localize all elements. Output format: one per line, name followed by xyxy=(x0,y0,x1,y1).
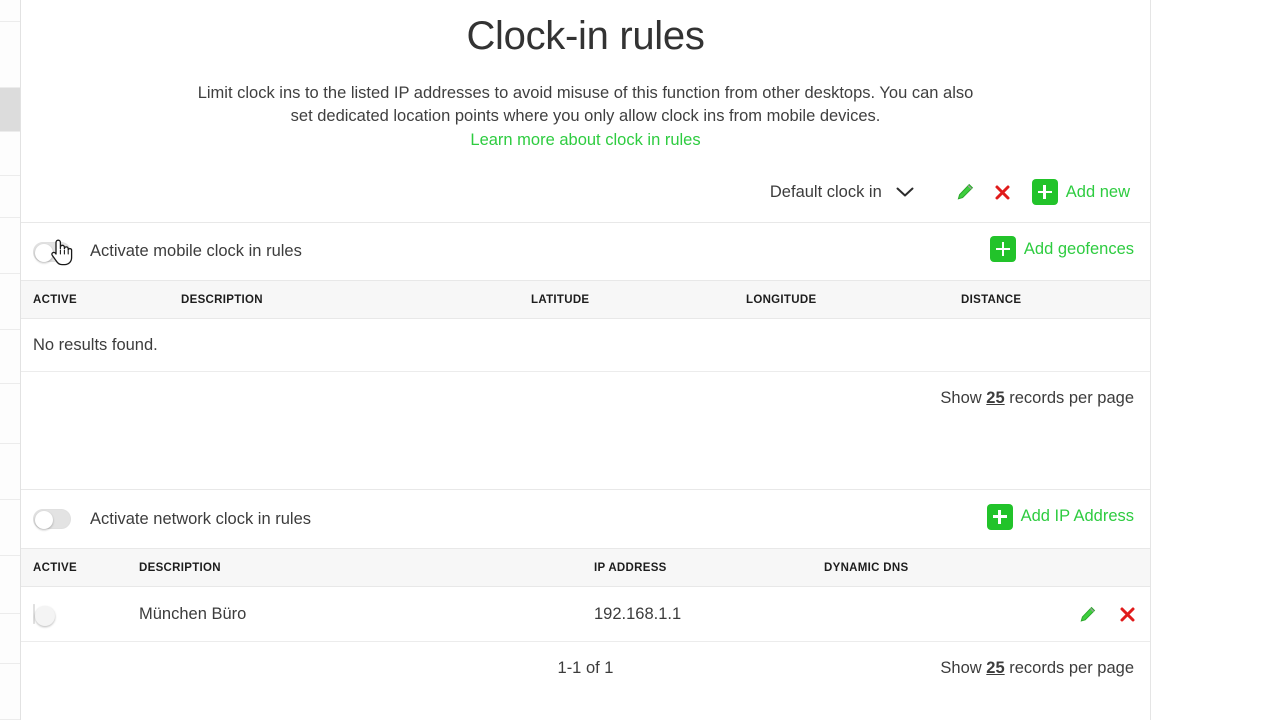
screen: Clock-in rules Limit clock ins to the li… xyxy=(0,0,1280,720)
chevron-down-icon[interactable] xyxy=(894,181,916,203)
records-per-page-value[interactable]: 25 xyxy=(986,389,1004,407)
intro-line-1: Limit clock ins to the listed IP address… xyxy=(197,84,974,102)
sidebar-item[interactable] xyxy=(0,664,20,720)
mobile-rules-bar: Activate mobile clock in rules Add geofe… xyxy=(21,222,1150,280)
records-per-page-prefix: Show xyxy=(940,388,982,407)
row-action-group xyxy=(824,601,1150,627)
table-empty-row: No results found. xyxy=(21,318,1150,372)
red-x-icon[interactable] xyxy=(990,179,1016,205)
network-rules-bar: Activate network clock in rules Add IP A… xyxy=(21,490,1150,548)
app-sidebar-sliver[interactable] xyxy=(0,0,21,720)
column-header-description: DESCRIPTION xyxy=(139,548,594,587)
sidebar-item[interactable] xyxy=(0,384,20,444)
add-ip-address-label: Add IP Address xyxy=(1020,507,1134,525)
activate-network-clock-in-label: Activate network clock in rules xyxy=(90,509,312,528)
table-header-row: ACTIVE DESCRIPTION LATITUDE LONGITUDE DI… xyxy=(21,280,1150,319)
section-spacer xyxy=(21,424,1150,490)
records-per-page-suffix: records per page xyxy=(1009,658,1134,677)
sidebar-item[interactable] xyxy=(0,444,20,500)
activate-mobile-clock-in-label: Activate mobile clock in rules xyxy=(90,242,302,260)
intro-line-2: set dedicated location points where you … xyxy=(290,107,881,125)
geofences-table: ACTIVE DESCRIPTION LATITUDE LONGITUDE DI… xyxy=(21,280,1150,372)
add-geofences-button[interactable]: Add geofences xyxy=(989,236,1134,262)
toggle-knob xyxy=(35,511,53,529)
sidebar-item[interactable] xyxy=(0,330,20,384)
pagination-range: 1-1 of 1 xyxy=(557,658,614,677)
sidebar-item[interactable] xyxy=(0,614,20,664)
row-description: München Büro xyxy=(139,586,594,642)
column-header-active: ACTIVE xyxy=(21,280,181,319)
records-per-page-prefix: Show xyxy=(940,658,982,677)
row-active-toggle[interactable] xyxy=(33,603,55,626)
no-results-message: No results found. xyxy=(21,318,1150,372)
sidebar-item[interactable] xyxy=(0,176,20,218)
red-x-icon[interactable] xyxy=(1114,601,1140,627)
geofences-pager: Show 25 records per page xyxy=(21,372,1150,424)
column-header-ip-address: IP ADDRESS xyxy=(594,548,824,587)
records-per-page-suffix: records per page xyxy=(1009,388,1134,407)
ip-address-table: ACTIVE DESCRIPTION IP ADDRESS DYNAMIC DN… xyxy=(21,548,1150,642)
plus-icon xyxy=(989,236,1016,262)
row-dynamic-dns-and-actions xyxy=(824,586,1150,642)
column-header-active: ACTIVE xyxy=(21,548,139,587)
profile-toolbar: Default clock in Add new xyxy=(21,162,1150,222)
table-row[interactable]: München Büro 192.168.1.1 xyxy=(21,586,1150,642)
records-per-page-control[interactable]: Show 25 records per page xyxy=(940,389,1134,408)
ip-address-pager: 1-1 of 1 Show 25 records per page xyxy=(21,642,1150,694)
sidebar-item[interactable] xyxy=(0,218,20,274)
plus-icon xyxy=(1031,179,1058,205)
table-header-row: ACTIVE DESCRIPTION IP ADDRESS DYNAMIC DN… xyxy=(21,548,1150,587)
profile-select-value: Default clock in xyxy=(769,182,882,201)
sidebar-item[interactable] xyxy=(0,0,20,22)
pencil-icon[interactable] xyxy=(1074,601,1100,627)
toggle-knob xyxy=(35,243,53,262)
page-title: Clock-in rules xyxy=(466,14,705,58)
add-new-button[interactable]: Add new xyxy=(1031,179,1130,205)
sidebar-item[interactable] xyxy=(0,500,20,556)
activate-mobile-clock-in-toggle[interactable] xyxy=(33,241,71,262)
toggle-knob xyxy=(35,605,55,626)
row-ip-address: 192.168.1.1 xyxy=(594,586,824,642)
column-header-latitude: LATITUDE xyxy=(531,280,746,319)
sidebar-item[interactable] xyxy=(0,132,20,176)
column-header-dynamic-dns: DYNAMIC DNS xyxy=(824,548,1150,587)
add-geofences-label: Add geofences xyxy=(1023,239,1134,258)
records-per-page-value[interactable]: 25 xyxy=(986,659,1004,677)
add-ip-address-button[interactable]: Add IP Address xyxy=(986,503,1134,530)
add-new-label: Add new xyxy=(1065,182,1130,201)
sidebar-item-active[interactable] xyxy=(0,88,20,132)
learn-more-link[interactable]: Learn more about clock in rules xyxy=(21,129,1150,152)
plus-icon xyxy=(986,503,1013,530)
column-header-description: DESCRIPTION xyxy=(181,280,531,319)
column-header-longitude: LONGITUDE xyxy=(746,280,961,319)
activate-network-clock-in-toggle[interactable] xyxy=(33,509,71,529)
sidebar-item[interactable] xyxy=(0,274,20,330)
sidebar-item[interactable] xyxy=(0,22,20,88)
pencil-icon[interactable] xyxy=(952,179,978,205)
column-header-distance: DISTANCE xyxy=(961,280,1150,319)
sidebar-item[interactable] xyxy=(0,556,20,614)
row-active-cell xyxy=(21,586,139,642)
records-per-page-control[interactable]: Show 25 records per page xyxy=(940,659,1134,678)
clock-in-rules-panel: Clock-in rules Limit clock ins to the li… xyxy=(21,0,1151,720)
